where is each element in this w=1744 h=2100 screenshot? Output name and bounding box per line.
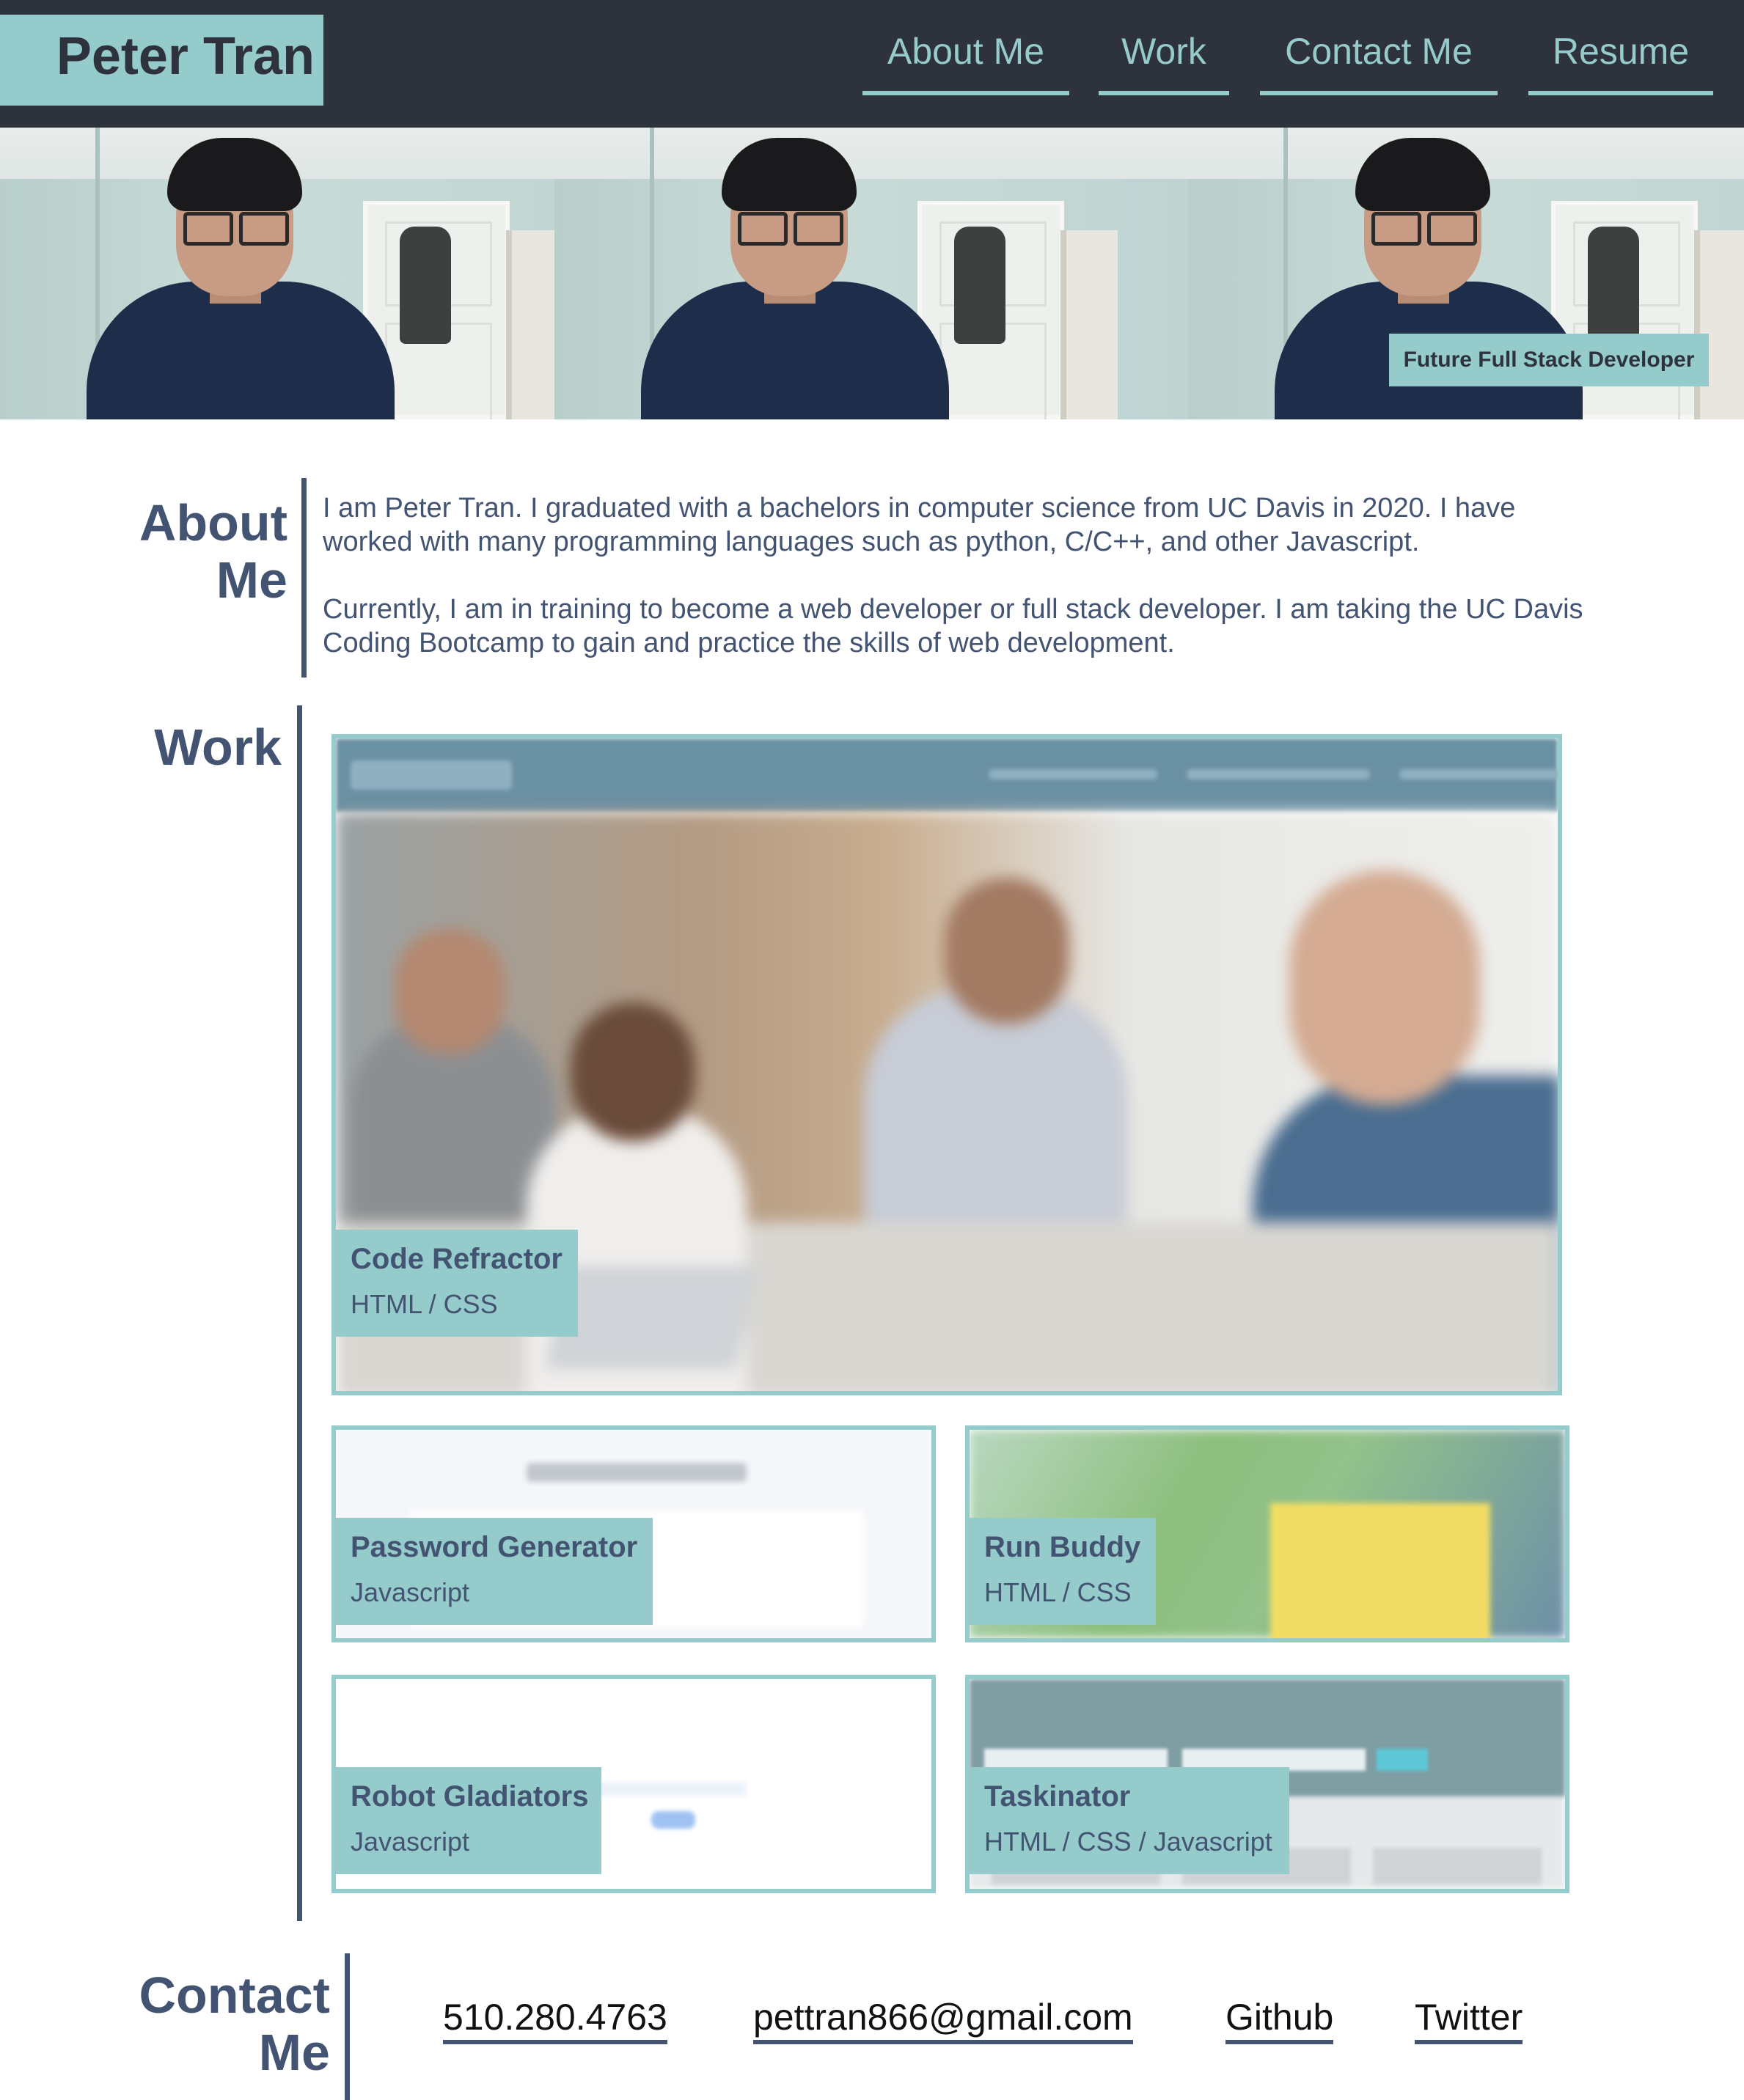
about-paragraph: Currently, I am in training to become a … bbox=[323, 594, 1583, 658]
nav-work[interactable]: Work bbox=[1099, 23, 1229, 95]
project-tech: Javascript bbox=[351, 1577, 470, 1607]
project-card-featured[interactable]: Code Refractor HTML / CSS bbox=[331, 734, 1562, 1395]
work-heading: Work bbox=[154, 719, 282, 776]
contact-heading: Contact Me bbox=[139, 1967, 330, 2082]
about-divider bbox=[301, 478, 307, 678]
project-card[interactable]: Robot Gladiators Javascript bbox=[331, 1675, 936, 1893]
hero-photo bbox=[554, 128, 1190, 419]
logo-text: Peter Tran bbox=[56, 27, 315, 86]
site-header: Peter Tran About Me Work Contact Me Resu… bbox=[0, 0, 1744, 128]
project-tech: Javascript bbox=[351, 1827, 470, 1857]
contact-twitter-link[interactable]: Twitter bbox=[1415, 1994, 1523, 2044]
about-heading-line1: About bbox=[139, 494, 287, 551]
project-tech: HTML / CSS / Javascript bbox=[984, 1827, 1272, 1857]
hero-photo bbox=[0, 128, 635, 419]
contact-email-link[interactable]: pettran866@gmail.com bbox=[753, 1994, 1133, 2044]
hero-badge: Future Full Stack Developer bbox=[1389, 334, 1709, 386]
about-text: I am Peter Tran. I graduated with a bach… bbox=[323, 491, 1599, 694]
project-title: Robot Gladiators bbox=[351, 1780, 589, 1813]
about-paragraph: I am Peter Tran. I graduated with a bach… bbox=[323, 493, 1516, 557]
project-label: Code Refractor HTML / CSS bbox=[336, 1230, 578, 1337]
nav-resume[interactable]: Resume bbox=[1528, 23, 1713, 95]
contact-heading-line2: Me bbox=[258, 2024, 330, 2082]
about-heading-line2: Me bbox=[216, 551, 287, 609]
project-title: Taskinator bbox=[984, 1780, 1131, 1813]
project-title: Password Generator bbox=[351, 1531, 638, 1563]
project-label: Robot Gladiators Javascript bbox=[336, 1767, 601, 1874]
project-label: Password Generator Javascript bbox=[336, 1518, 653, 1625]
contact-github-link[interactable]: Github bbox=[1225, 1994, 1334, 2044]
contact-divider bbox=[345, 1953, 350, 2100]
logo[interactable]: Peter Tran bbox=[0, 15, 323, 106]
contact-phone-link[interactable]: 510.280.4763 bbox=[443, 1994, 667, 2044]
about-heading: About Me bbox=[139, 494, 287, 609]
nav-contact-me[interactable]: Contact Me bbox=[1260, 23, 1498, 95]
contact-heading-line1: Contact bbox=[139, 1967, 330, 2024]
project-card[interactable]: Taskinator HTML / CSS / Javascript bbox=[965, 1675, 1569, 1893]
project-title: Run Buddy bbox=[984, 1531, 1141, 1563]
project-tech: HTML / CSS bbox=[351, 1289, 498, 1319]
work-divider bbox=[297, 705, 302, 1921]
project-label: Run Buddy HTML / CSS bbox=[970, 1518, 1156, 1625]
project-card[interactable]: Password Generator Javascript bbox=[331, 1425, 936, 1642]
project-label: Taskinator HTML / CSS / Javascript bbox=[970, 1767, 1289, 1874]
project-tech: HTML / CSS bbox=[984, 1577, 1132, 1607]
project-title: Code Refractor bbox=[351, 1243, 563, 1275]
project-card[interactable]: Run Buddy HTML / CSS bbox=[965, 1425, 1569, 1642]
project-screenshot bbox=[336, 738, 1558, 812]
nav-about-me[interactable]: About Me bbox=[862, 23, 1069, 95]
